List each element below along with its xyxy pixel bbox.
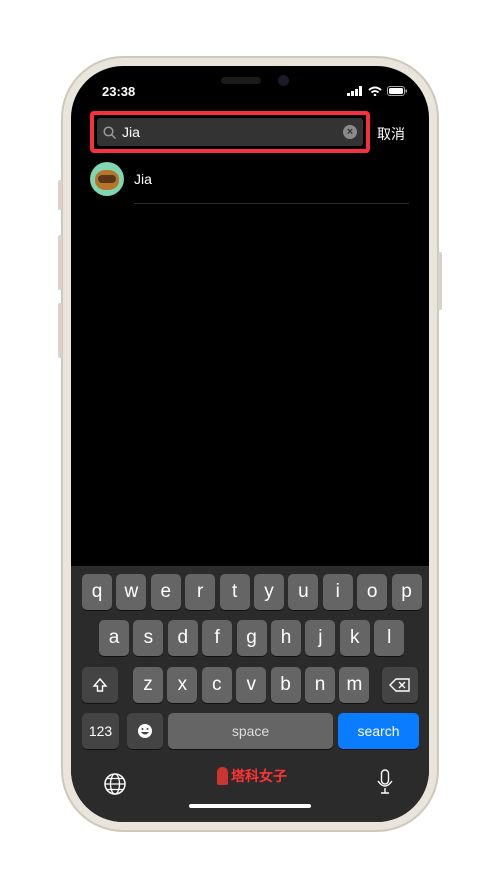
- key-h[interactable]: h: [271, 620, 301, 656]
- watermark-logo: 塔科女子: [217, 766, 287, 786]
- search-icon: [103, 125, 116, 139]
- shift-icon: [92, 677, 108, 692]
- cancel-button[interactable]: 取消: [377, 124, 405, 144]
- status-icons: [347, 86, 407, 96]
- signal-icon: [347, 86, 362, 96]
- key-q[interactable]: q: [82, 574, 112, 610]
- emoji-icon: [138, 724, 152, 738]
- list-item[interactable]: Jia: [90, 162, 152, 196]
- key-a[interactable]: a: [99, 620, 129, 656]
- search-key[interactable]: search: [338, 713, 419, 749]
- key-g[interactable]: g: [236, 620, 267, 656]
- key-d[interactable]: d: [167, 620, 198, 656]
- key-k[interactable]: k: [339, 620, 370, 656]
- search-query: Jia: [122, 124, 140, 140]
- microphone-icon[interactable]: [376, 769, 394, 795]
- key-o[interactable]: o: [357, 574, 388, 610]
- key-l[interactable]: l: [374, 620, 405, 656]
- status-time: 23:38: [102, 84, 136, 99]
- key-j[interactable]: j: [305, 620, 336, 656]
- delete-key[interactable]: [382, 667, 418, 703]
- wifi-icon: [368, 86, 382, 96]
- home-indicator[interactable]: [189, 804, 311, 808]
- speaker: [221, 77, 261, 84]
- shift-key[interactable]: [82, 667, 118, 703]
- result-name: Jia: [134, 171, 152, 187]
- volume-up-button: [58, 235, 62, 290]
- key-m[interactable]: m: [339, 667, 370, 703]
- watermark-text: 塔科女子: [231, 768, 287, 784]
- key-y[interactable]: y: [254, 574, 284, 610]
- mute-switch: [58, 180, 62, 210]
- volume-down-button: [58, 303, 62, 358]
- camera: [278, 75, 289, 86]
- key-u[interactable]: u: [288, 574, 319, 610]
- avatar: [90, 162, 124, 196]
- key-e[interactable]: e: [150, 574, 181, 610]
- key-x[interactable]: x: [167, 667, 198, 703]
- globe-icon[interactable]: [103, 772, 127, 796]
- backspace-icon: [389, 678, 410, 692]
- key-c[interactable]: c: [201, 667, 232, 703]
- search-highlight: Jia ×: [90, 111, 370, 153]
- key-n[interactable]: n: [305, 667, 335, 703]
- key-f[interactable]: f: [202, 620, 233, 656]
- screen: 23:38 Jia × 取消 Jia 123 space search qwer…: [71, 66, 429, 822]
- battery-icon: [387, 86, 407, 96]
- emoji-key[interactable]: [127, 713, 163, 749]
- key-v[interactable]: v: [236, 667, 267, 703]
- key-b[interactable]: b: [270, 667, 301, 703]
- key-i[interactable]: i: [322, 574, 353, 610]
- search-input[interactable]: Jia ×: [97, 118, 363, 146]
- power-button: [438, 252, 442, 310]
- numbers-key[interactable]: 123: [82, 713, 119, 749]
- key-r[interactable]: r: [185, 574, 216, 610]
- clear-icon[interactable]: ×: [343, 125, 357, 139]
- key-w[interactable]: w: [116, 574, 147, 610]
- space-key[interactable]: space: [168, 713, 333, 749]
- divider: [134, 203, 409, 204]
- key-s[interactable]: s: [133, 620, 164, 656]
- key-t[interactable]: t: [219, 574, 250, 610]
- key-z[interactable]: z: [133, 667, 163, 703]
- key-p[interactable]: p: [391, 574, 422, 610]
